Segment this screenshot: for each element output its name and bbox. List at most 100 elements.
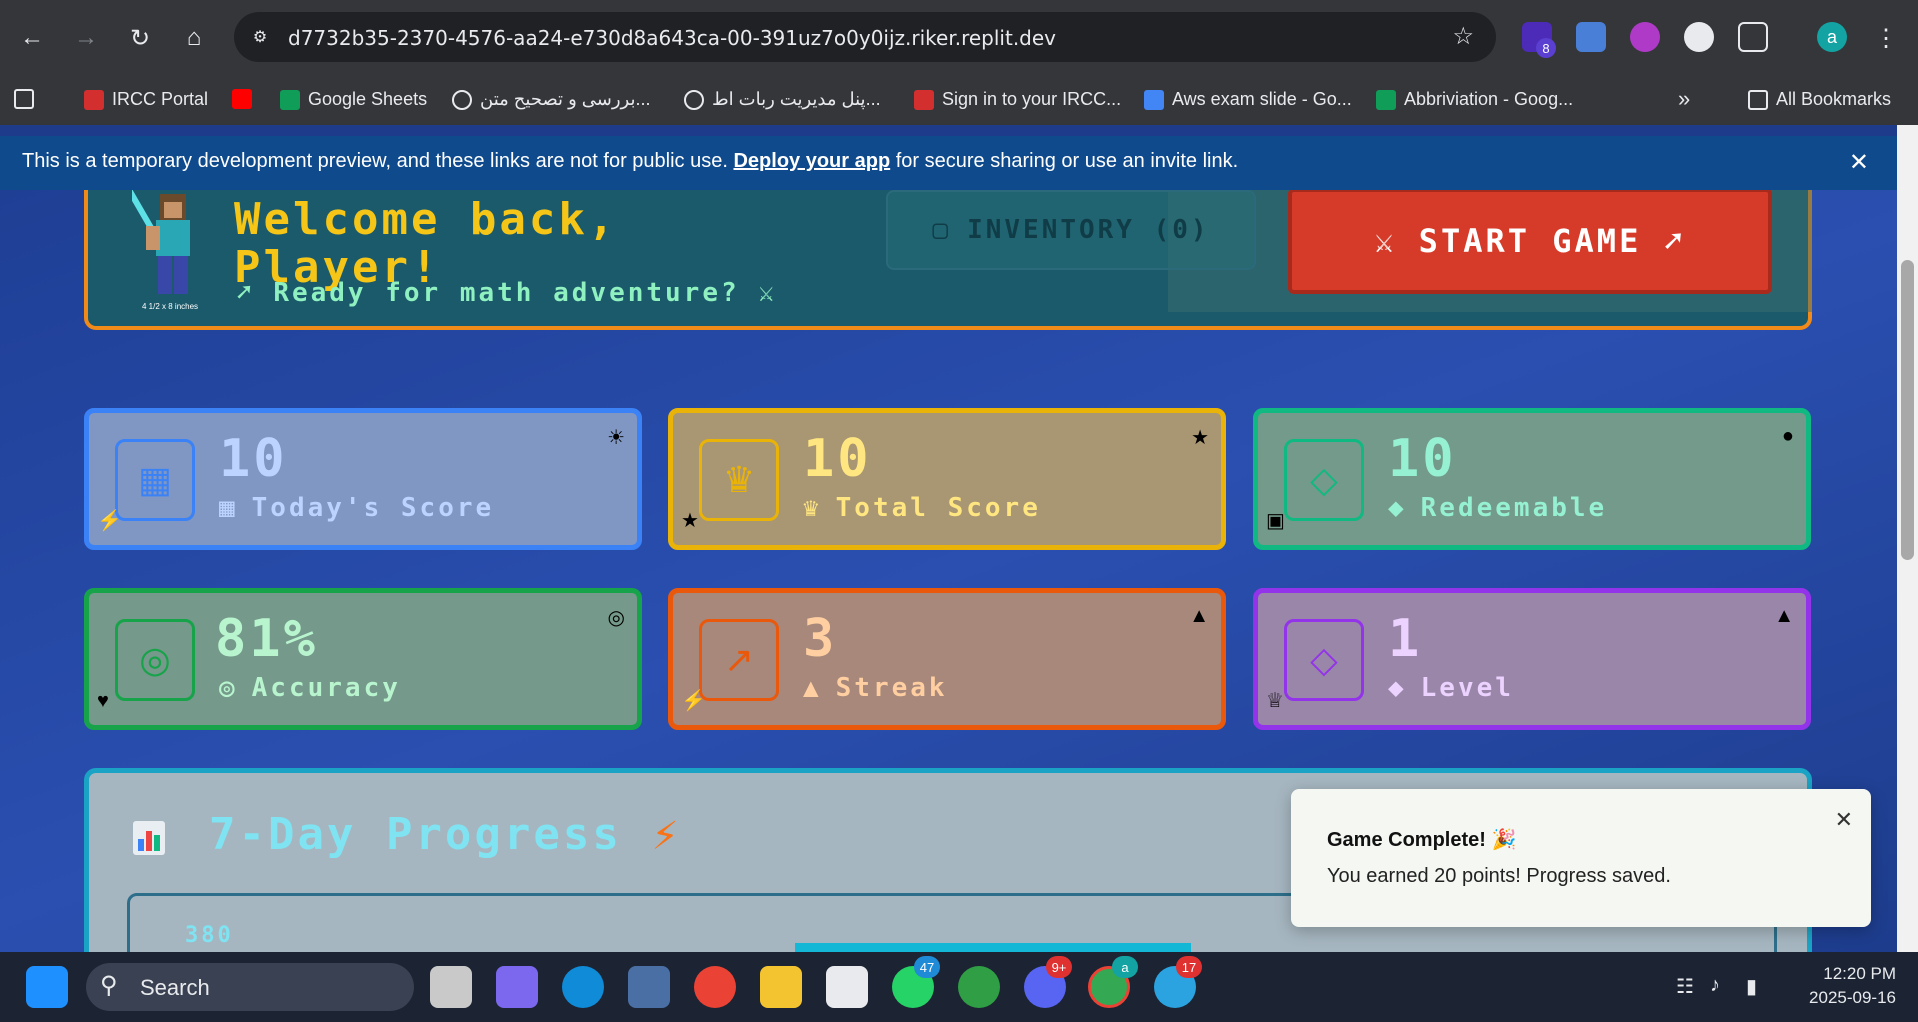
taskbar-clock[interactable]: 12:20 PM 2025-09-16 (1796, 962, 1896, 1010)
lightning-icon: ⚡ (651, 809, 682, 860)
bookmark-star-icon[interactable]: ☆ (1452, 22, 1474, 51)
wifi-icon[interactable]: ☷ (1676, 974, 1694, 999)
extensions-puzzle-icon[interactable] (1738, 22, 1768, 52)
globe-icon (684, 89, 704, 110)
volume-icon[interactable]: ♪ (1710, 974, 1720, 997)
snipping-tool-icon[interactable] (826, 966, 868, 1008)
deploy-app-link[interactable]: Deploy your app (733, 150, 890, 172)
bookmark-ircc-portal[interactable]: IRCC Portal (84, 89, 208, 110)
banner-text-after: for secure sharing or use an invite link… (890, 150, 1239, 172)
start-game-button[interactable]: ⚔ START GAME ➚ (1288, 190, 1772, 294)
arrow-icon: ➚ (1663, 222, 1686, 260)
inventory-label: INVENTORY (0) (967, 215, 1210, 245)
stat-card-accuracy: ◎ 81% ◎ Accuracy ◎ ♥ (84, 588, 642, 730)
search-icon: ⚲ (100, 972, 118, 999)
url-text[interactable]: d7732b35-2370-4576-aa24-e730d8a643ca-00-… (288, 26, 1056, 50)
trophy-icon: ♛ (803, 493, 822, 523)
welcome-subtitle-row: ➚ Ready for math adventure? ⚔ (236, 278, 777, 308)
battery-icon[interactable]: ▮ (1746, 974, 1757, 999)
stat-value: 81% (215, 609, 318, 669)
extension-icon-lr[interactable] (1630, 22, 1660, 52)
translate-extension-icon[interactable] (1576, 22, 1606, 52)
stat-label-row: ▲ Streak (803, 673, 948, 703)
apps-grid-icon[interactable] (14, 89, 34, 109)
windows-taskbar: ⚲ Search 47 9+ a 17 ☷ ♪ ▮ 12:20 PM 2025-… (0, 952, 1918, 1022)
edge-icon[interactable] (562, 966, 604, 1008)
bookmark-label: Aws exam slide - Go... (1172, 89, 1352, 109)
all-bookmarks-button[interactable]: All Bookmarks (1748, 89, 1891, 110)
inventory-button[interactable]: ▢ INVENTORY (0) (886, 190, 1256, 270)
file-explorer-icon[interactable] (760, 966, 802, 1008)
bookmark-google-sheets[interactable]: Google Sheets (280, 89, 427, 110)
bookmark-aws-slides[interactable]: Aws exam slide - Go... (1144, 89, 1352, 110)
bookmark-text-review[interactable]: بررسی و تصحیح متن... (452, 89, 651, 110)
toast-title: Game Complete! 🎉 (1327, 829, 1517, 851)
chrome-icon[interactable] (694, 966, 736, 1008)
profile-avatar[interactable]: a (1817, 22, 1847, 52)
extension-icon-rocket[interactable] (1684, 22, 1714, 52)
stat-label-row: ◆ Redeemable (1388, 493, 1607, 523)
discord-badge: 9+ (1046, 956, 1072, 978)
stat-card-level: ◇ 1 ◆ Level ▲ ♕ (1253, 588, 1811, 730)
maple-leaf-icon (914, 89, 934, 110)
bookmark-bot-panel[interactable]: پنل مدیریت ربات اط... (684, 89, 881, 110)
crown-icon: ♕ (1266, 690, 1284, 712)
lightning-icon: ⚡ (97, 510, 122, 532)
diamond-icon: ◇ (1284, 439, 1364, 521)
welcome-subtitle: Ready for math adventure? (273, 278, 740, 308)
widgets-icon[interactable] (496, 966, 538, 1008)
youtube-icon (232, 89, 252, 109)
maple-leaf-icon (84, 89, 104, 110)
windows-start-icon[interactable] (26, 966, 68, 1008)
menu-kebab-icon[interactable]: ⋮ (1868, 20, 1904, 56)
swords-icon: ⚔ (1374, 222, 1397, 260)
site-info-icon[interactable]: ⚙ (248, 25, 272, 49)
extension-badge: 8 (1536, 38, 1556, 58)
docs-icon (1144, 89, 1164, 110)
task-view-icon[interactable] (430, 966, 472, 1008)
bookmark-ircc-signin[interactable]: Sign in to your IRCC... (914, 89, 1121, 110)
page-scrollbar[interactable] (1897, 125, 1918, 952)
target-icon: ◎ (219, 673, 238, 703)
extension-icon[interactable]: 8 (1522, 22, 1556, 58)
address-bar[interactable]: ⚙ d7732b35-2370-4576-aa24-e730d8a643ca-0… (234, 12, 1496, 62)
star-icon: ★ (681, 510, 699, 532)
folder-icon (1748, 89, 1768, 110)
banner-text: This is a temporary development preview,… (22, 150, 1238, 173)
download-manager-icon[interactable] (958, 966, 1000, 1008)
steve-hero-icon (132, 190, 190, 294)
stat-card-streak: ↗ 3 ▲ Streak ▲ ⚡ (668, 588, 1226, 730)
money-bag-icon: ● (1781, 425, 1794, 447)
lightning-icon: ⚡ (681, 690, 706, 712)
forward-icon[interactable]: → (68, 20, 104, 56)
more-bookmarks-button[interactable]: » (1678, 86, 1690, 112)
gem-icon: ◆ (1388, 493, 1407, 523)
stat-label: Level (1420, 673, 1514, 703)
stat-label-row: ◆ Level (1388, 673, 1514, 703)
reload-icon[interactable]: ↻ (122, 20, 158, 56)
network-app-icon[interactable] (628, 966, 670, 1008)
bookmark-label: پنل مدیریت ربات اط... (712, 89, 881, 109)
stat-label: Total Score (835, 493, 1041, 523)
home-icon[interactable]: ⌂ (176, 20, 212, 56)
taskbar-search[interactable]: ⚲ Search (86, 963, 414, 1011)
target-icon: ◎ (115, 619, 195, 701)
y-axis-tick: 380 (185, 923, 234, 948)
bookmark-label: Abbriviation - Goog... (1404, 89, 1574, 109)
welcome-title-line1: Welcome back, (234, 194, 618, 245)
bookmark-youtube[interactable] (232, 89, 252, 109)
gift-icon: ▣ (1266, 510, 1285, 532)
banner-close-icon[interactable]: ✕ (1849, 148, 1869, 177)
stat-value: 1 (1388, 609, 1423, 669)
whatsapp-badge: 47 (914, 956, 940, 978)
progress-title: 7-Day Progress (209, 809, 622, 860)
bookmark-abbreviation[interactable]: Abbriviation - Goog... (1376, 89, 1573, 110)
back-icon[interactable]: ← (14, 20, 50, 56)
swords-icon: ⚔ (758, 278, 777, 308)
stat-card-total-score: ♛ 10 ♛ Total Score ★ ★ (668, 408, 1226, 550)
sheets-icon (280, 89, 300, 110)
toast-close-icon[interactable]: ✕ (1835, 807, 1853, 833)
trophy-icon: ♛ (699, 439, 779, 521)
bookmark-label: Google Sheets (308, 89, 428, 109)
scrollbar-thumb[interactable] (1901, 260, 1914, 560)
